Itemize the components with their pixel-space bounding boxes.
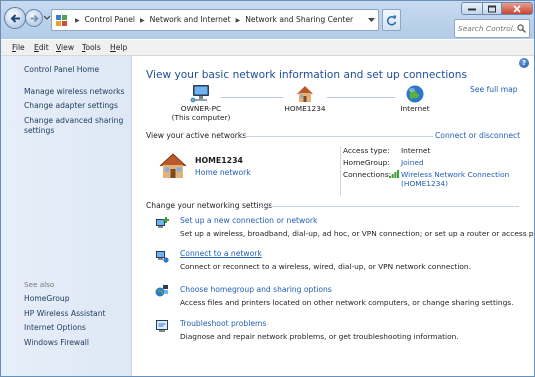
breadcrumb-arrow-icon: ▶ — [75, 17, 80, 24]
address-dropdown-icon[interactable] — [368, 17, 375, 23]
connect-network-icon — [156, 251, 169, 263]
help-icon[interactable]: ? — [519, 58, 529, 68]
back-arrow-icon — [10, 14, 20, 23]
breadcrumb-arrow-icon: ▶ — [139, 17, 145, 24]
connection-name: Wireless Network Connection — [401, 170, 510, 179]
breadcrumb: ▶ Control Panel ▶ Network and Internet ▶ Netw… — [70, 10, 353, 30]
see-also-hp-wireless-link[interactable]: HP Wireless Assistant — [24, 309, 129, 319]
access-type-label: Access type: — [343, 146, 390, 155]
search-input[interactable] — [458, 21, 516, 36]
history-dropdown-icon[interactable] — [44, 14, 50, 22]
computer-icon — [190, 85, 209, 103]
change-advanced-sharing-link[interactable]: Change advanced sharing settings — [24, 116, 129, 135]
access-type-value: Internet — [401, 146, 431, 155]
main-content-pane: ? View your basic network information an… — [133, 56, 535, 376]
map-network-name: HOME1234 — [284, 104, 326, 113]
search-icon — [517, 24, 526, 33]
map-node-network[interactable]: HOME1234 — [283, 84, 327, 113]
refresh-icon — [386, 15, 397, 26]
section-divider — [259, 206, 519, 207]
network-type-link[interactable]: Home network — [195, 168, 251, 177]
menu-help[interactable]: Help — [110, 42, 127, 54]
homegroup-value-link[interactable]: Joined — [401, 158, 424, 167]
setup-connection-desc: Set up a wireless, broadband, dial-up, a… — [180, 229, 535, 238]
menu-file[interactable]: File — [12, 42, 25, 54]
network-sharing-center-window: ▶ Control Panel ▶ Network and Internet ▶ Netw… — [0, 0, 535, 377]
see-also-windows-firewall-link[interactable]: Windows Firewall — [24, 338, 129, 348]
menu-bar: File Edit View Tools Help — [1, 40, 534, 56]
house-icon — [159, 153, 187, 178]
network-name: HOME1234 — [195, 156, 243, 165]
wireless-signal-icon — [389, 170, 399, 178]
menu-tools[interactable]: Tools — [82, 42, 101, 54]
homegroup-sharing-link[interactable]: Choose homegroup and sharing options — [180, 285, 332, 294]
manage-wireless-networks-link[interactable]: Manage wireless networks — [24, 87, 129, 97]
connect-to-network-desc: Connect or reconnect to a wireless, wire… — [180, 262, 471, 271]
close-icon — [513, 4, 521, 13]
breadcrumb-arrow-icon: ▶ — [235, 17, 241, 24]
control-panel-home-link[interactable]: Control Panel Home — [24, 65, 129, 75]
control-panel-icon — [56, 15, 67, 26]
map-internet-label: Internet — [400, 104, 430, 113]
setup-connection-link[interactable]: Set up a new connection or network — [180, 216, 317, 225]
see-full-map-link[interactable]: See full map — [470, 85, 518, 94]
wireless-connection-link[interactable]: Wireless Network Connection (HOME1234) — [401, 170, 509, 188]
section-divider — [245, 136, 433, 137]
maximize-button[interactable] — [482, 2, 502, 15]
breadcrumb-control-panel[interactable]: Control Panel — [85, 15, 135, 24]
forward-arrow-icon — [30, 14, 39, 23]
left-nav-pane: Control Panel Home Manage wireless netwo… — [1, 56, 132, 376]
title-bar: ▶ Control Panel ▶ Network and Internet ▶ Netw… — [1, 1, 534, 39]
close-button[interactable] — [501, 2, 533, 15]
connections-label: Connections: — [343, 170, 392, 179]
breadcrumb-network-sharing-center[interactable]: Network and Sharing Center — [245, 15, 353, 24]
see-also-label: See also — [24, 280, 55, 289]
connect-to-network-link[interactable]: Connect to a network — [180, 249, 262, 258]
homegroup-label: HomeGroup: — [343, 158, 390, 167]
homegroup-sharing-icon — [155, 285, 168, 297]
maximize-icon — [488, 5, 496, 12]
map-node-computer[interactable]: OWNER-PC (This computer) — [171, 84, 231, 122]
page-title: View your basic network information and … — [146, 69, 468, 81]
connection-ssid: (HOME1234) — [401, 179, 448, 188]
troubleshoot-link[interactable]: Troubleshoot problems — [180, 319, 266, 328]
new-connection-icon — [156, 217, 169, 228]
breadcrumb-network-internet[interactable]: Network and Internet — [150, 15, 231, 24]
active-networks-label: View your active networks — [146, 131, 247, 140]
see-also-homegroup-link[interactable]: HomeGroup — [24, 294, 129, 304]
change-adapter-settings-link[interactable]: Change adapter settings — [24, 101, 129, 111]
troubleshoot-icon — [156, 320, 168, 332]
vertical-divider — [340, 146, 341, 196]
minimize-button[interactable] — [461, 2, 483, 15]
menu-edit[interactable]: Edit — [34, 42, 49, 54]
change-settings-label: Change your networking settings — [146, 201, 273, 210]
back-button[interactable] — [4, 7, 26, 29]
house-icon — [297, 86, 313, 102]
connect-or-disconnect-link[interactable]: Connect or disconnect — [435, 131, 520, 140]
map-connector — [327, 97, 395, 98]
search-box[interactable] — [454, 19, 530, 38]
address-bar[interactable]: ▶ Control Panel ▶ Network and Internet ▶ Netw… — [51, 9, 379, 31]
globe-icon — [406, 85, 424, 103]
map-pc-sub: (This computer) — [171, 113, 231, 122]
menu-view[interactable]: View — [56, 42, 74, 54]
refresh-button[interactable] — [382, 9, 401, 31]
homegroup-sharing-desc: Access files and printers located on oth… — [180, 298, 514, 307]
map-pc-name: OWNER-PC — [180, 104, 222, 113]
see-also-internet-options-link[interactable]: Internet Options — [24, 323, 129, 333]
minimize-icon — [468, 8, 476, 10]
forward-button[interactable] — [25, 9, 43, 27]
troubleshoot-desc: Diagnose and repair network problems, or… — [180, 332, 459, 341]
map-node-internet[interactable]: Internet — [395, 84, 435, 113]
